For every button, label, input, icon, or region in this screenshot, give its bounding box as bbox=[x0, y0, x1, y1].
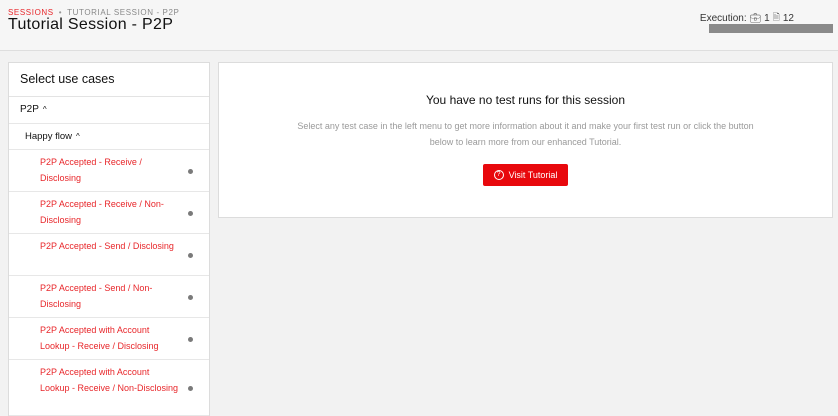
use-case-label: P2P Accepted - Send / Non-Disclosing bbox=[40, 283, 153, 309]
use-case-item[interactable]: P2P Accepted with Account Lookup - Recei… bbox=[9, 318, 209, 360]
visit-tutorial-button[interactable]: ? Visit Tutorial bbox=[482, 164, 569, 186]
empty-state-message: Select any test case in the left menu to… bbox=[297, 121, 754, 147]
execution-progress-bar bbox=[709, 24, 833, 33]
status-dot-icon bbox=[188, 385, 193, 391]
chevron-up-icon: ^ bbox=[76, 132, 80, 141]
empty-state-panel: You have no test runs for this session S… bbox=[218, 62, 833, 218]
use-case-label: P2P Accepted - Send / Disclosing bbox=[40, 241, 174, 251]
sidebar-group-p2p[interactable]: P2P ^ bbox=[9, 97, 209, 124]
help-circle-icon: ? bbox=[493, 170, 504, 180]
execution-count-b: 12 bbox=[782, 12, 794, 24]
page-title: Tutorial Session - P2P bbox=[8, 16, 174, 33]
chevron-up-icon: ^ bbox=[42, 105, 47, 114]
execution-label: Execution: bbox=[699, 12, 747, 24]
use-case-item[interactable]: P2P Accepted - Receive / Non-Disclosing bbox=[9, 192, 209, 234]
execution-count-a: 1 bbox=[764, 12, 770, 24]
use-case-item[interactable]: P2P Accepted with Account Lookup - Recei… bbox=[9, 360, 209, 416]
use-case-item[interactable]: P2P Accepted - Send / Non-Disclosing bbox=[9, 276, 209, 318]
status-dot-icon bbox=[188, 294, 193, 300]
use-case-label: P2P Accepted with Account Lookup - Recei… bbox=[40, 325, 159, 351]
use-case-sidebar: Select use cases P2P ^ Happy flow ^ P2P Ac… bbox=[8, 62, 210, 416]
status-dot-icon bbox=[188, 210, 193, 216]
subgroup-label: Happy flow bbox=[25, 131, 72, 142]
status-dot-icon bbox=[188, 336, 193, 342]
status-dot-icon bbox=[188, 168, 193, 174]
briefcase-icon: 💼︎ bbox=[749, 12, 762, 23]
use-case-label: P2P Accepted - Receive / Disclosing bbox=[40, 157, 142, 183]
use-case-item[interactable]: P2P Accepted - Send / Disclosing bbox=[9, 234, 209, 276]
status-dot-icon bbox=[188, 252, 193, 258]
visit-tutorial-label: Visit Tutorial bbox=[508, 170, 558, 180]
empty-state-heading: You have no test runs for this session bbox=[425, 93, 625, 107]
page-header: SESSIONS • TUTORIAL SESSION - P2P Tutorial… bbox=[0, 0, 838, 51]
group-label: P2P bbox=[20, 104, 39, 115]
sidebar-heading: Select use cases bbox=[9, 63, 209, 97]
use-case-label: P2P Accepted - Receive / Non-Disclosing bbox=[40, 199, 164, 225]
use-case-label: P2P Accepted with Account Lookup - Recei… bbox=[40, 367, 179, 393]
use-case-item[interactable]: P2P Accepted - Receive / Disclosing bbox=[9, 150, 209, 192]
sidebar-subgroup-happy-flow[interactable]: Happy flow ^ bbox=[9, 124, 209, 150]
